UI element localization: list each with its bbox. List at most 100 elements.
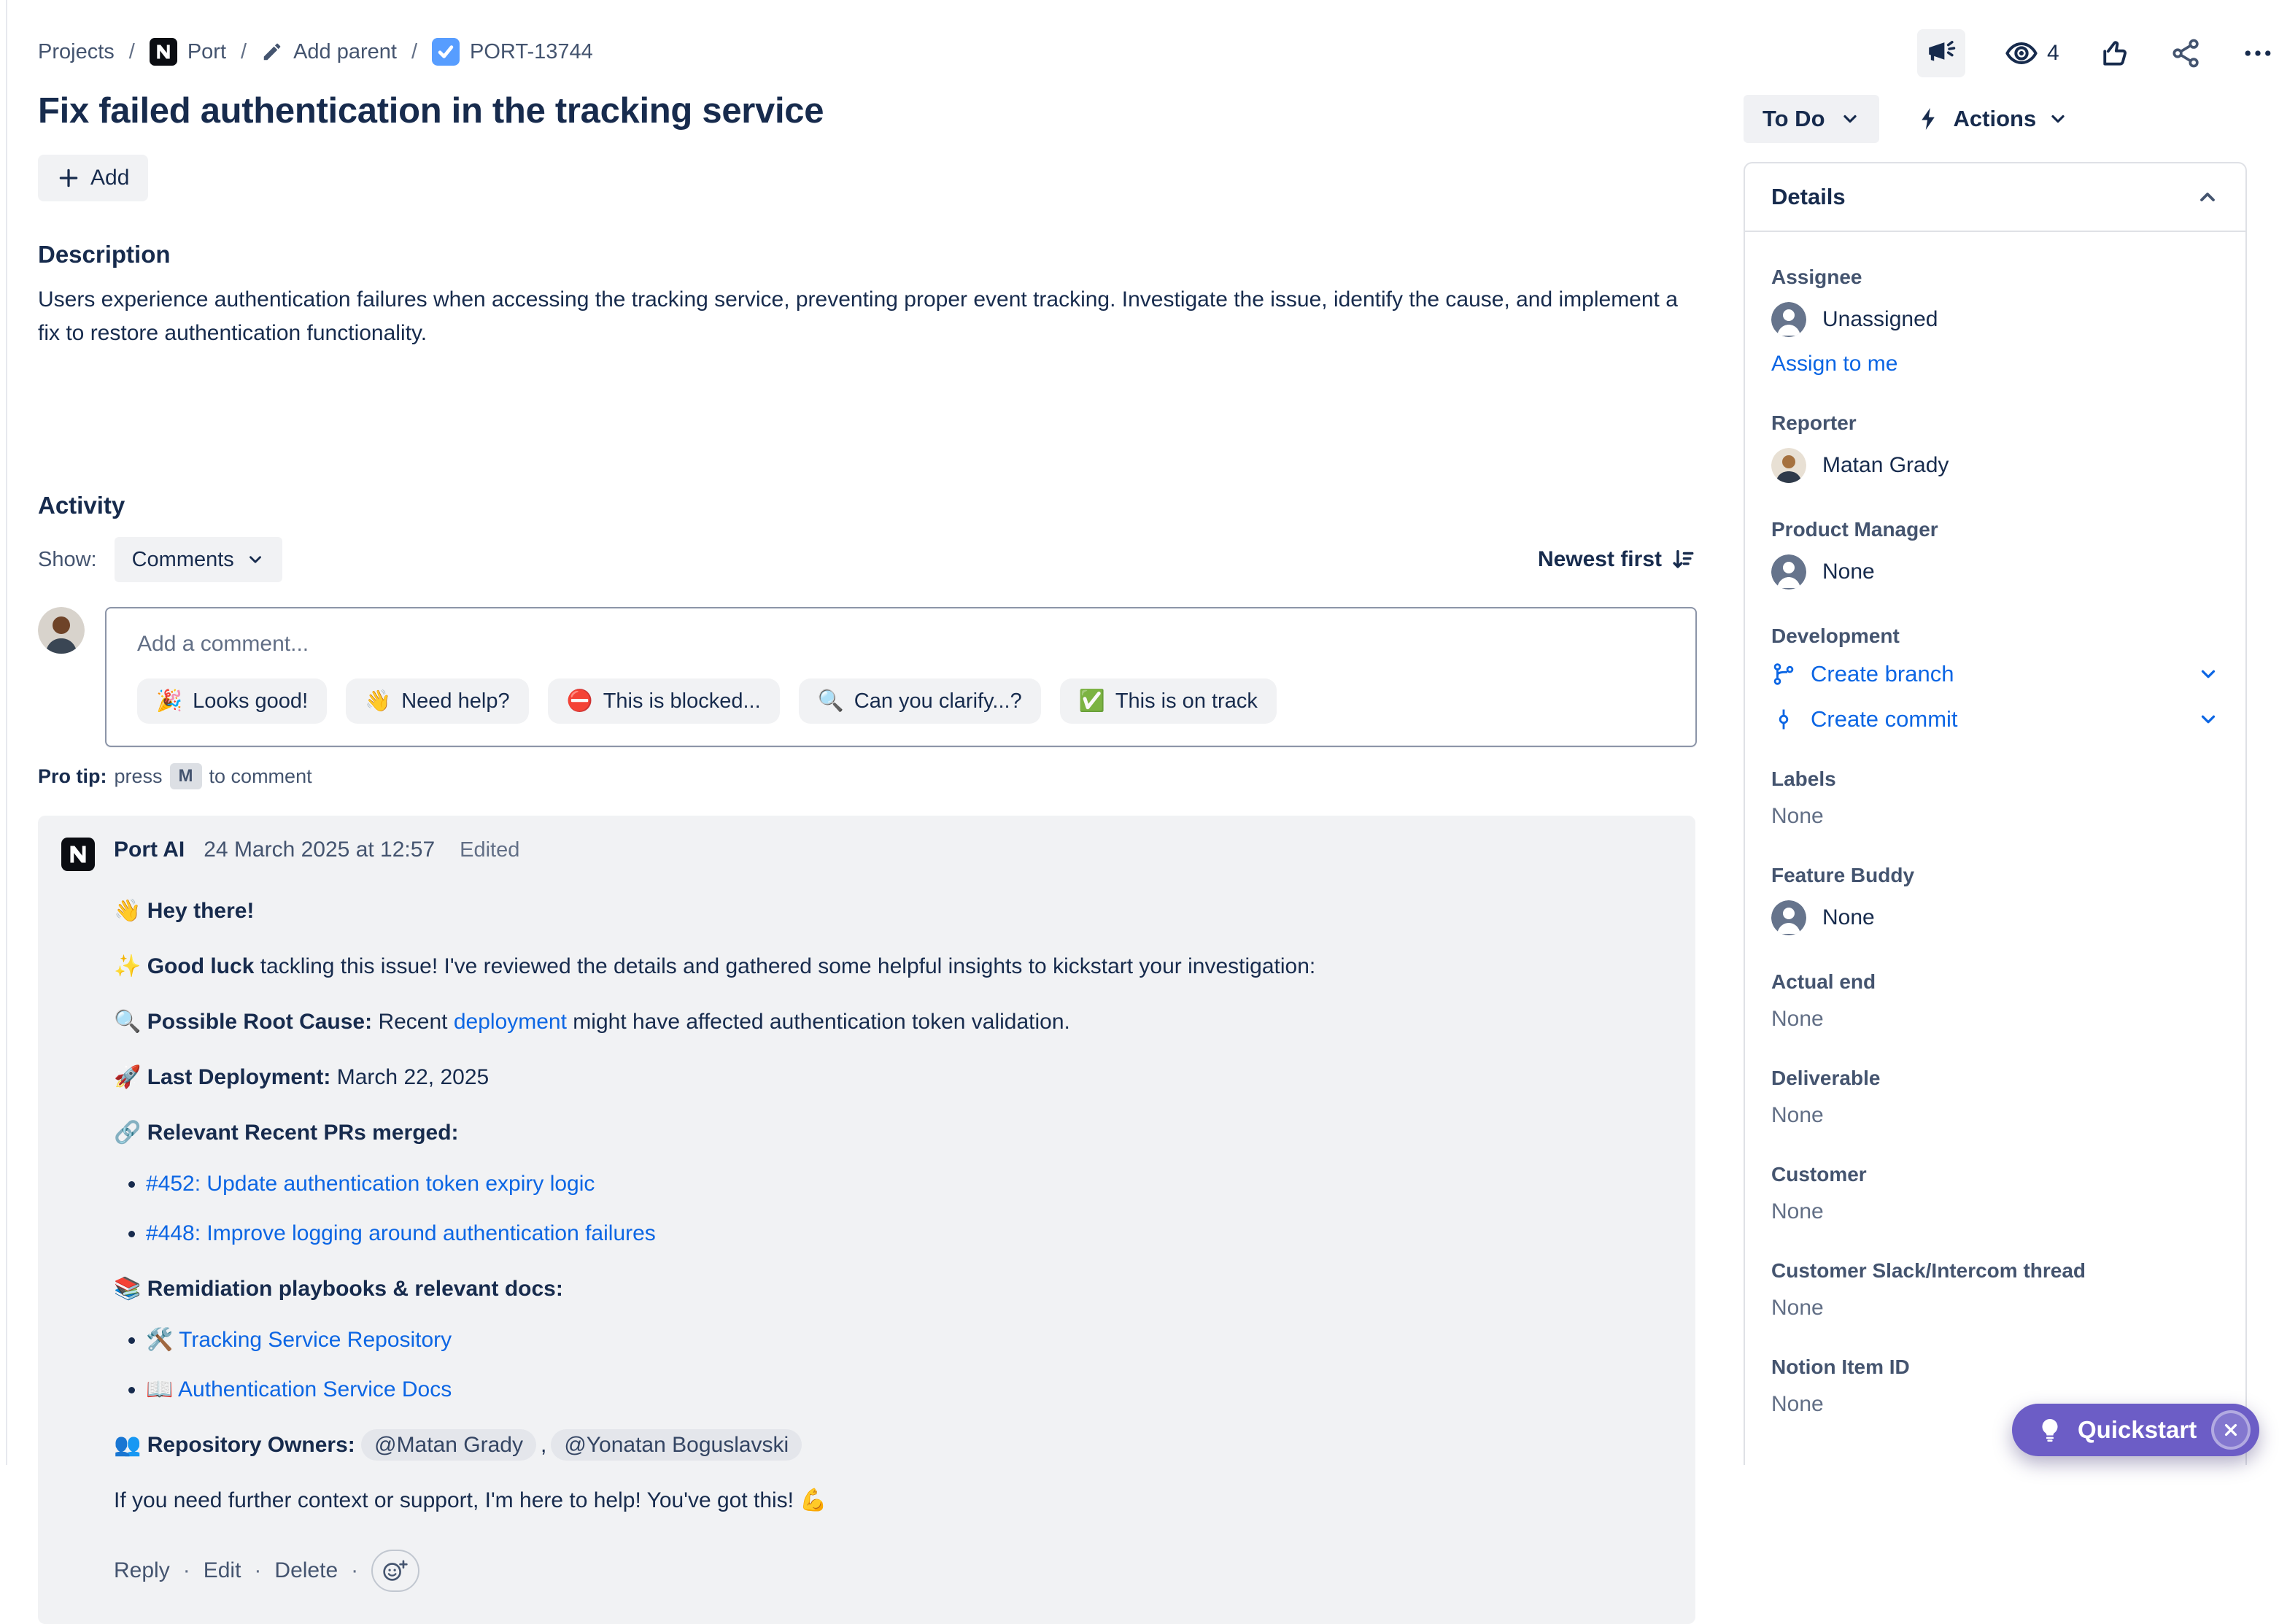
add-button[interactable]: Add: [38, 155, 148, 201]
eye-icon: [2005, 36, 2038, 70]
delete-action[interactable]: Delete: [274, 1558, 338, 1583]
activity-filter-row: Show: Comments Newest first: [38, 537, 1695, 582]
notion-item-label: Notion Item ID: [1771, 1356, 2219, 1379]
quickstart-button[interactable]: Quickstart: [2012, 1404, 2259, 1456]
feature-buddy-label: Feature Buddy: [1771, 864, 2219, 887]
chevron-down-icon[interactable]: [2197, 663, 2219, 685]
create-commit-link[interactable]: Create commit: [1771, 706, 2219, 732]
chevron-down-icon: [246, 550, 265, 569]
slack-thread-label: Customer Slack/Intercom thread: [1771, 1259, 2219, 1283]
details-header[interactable]: Details: [1745, 163, 2245, 232]
prs-heading-text: Relevant Recent PRs merged:: [147, 1121, 459, 1145]
owners-bold: Repository Owners:: [147, 1433, 355, 1457]
comment-last-deployment: 🚀 Last Deployment: March 22, 2025: [114, 1062, 1672, 1093]
comment-timestamp[interactable]: 24 March 2025 at 12:57: [204, 838, 435, 862]
assignee-value[interactable]: Unassigned: [1771, 302, 2219, 337]
comment-body: 👋 Hey there! ✨ Good luck tackling this i…: [114, 896, 1672, 1516]
share-button[interactable]: [2170, 37, 2202, 69]
activity-heading: Activity: [38, 492, 1698, 519]
deployment-link[interactable]: deployment: [454, 1010, 567, 1034]
comment-root-cause: 🔍 Possible Root Cause: Recent deployment…: [114, 1007, 1672, 1037]
docs-heading-text: Remidiation playbooks & relevant docs:: [147, 1277, 563, 1301]
breadcrumb: Projects / Port / Add parent / PORT-1374…: [38, 0, 1698, 66]
like-button[interactable]: [2099, 37, 2131, 69]
customer-value[interactable]: None: [1771, 1199, 2219, 1224]
feedback-button[interactable]: [1917, 29, 1965, 77]
people-emoji: 👥: [114, 1433, 141, 1457]
reporter-value[interactable]: Matan Grady: [1771, 448, 2219, 483]
protip: Pro tip: press M to comment: [38, 763, 1698, 789]
breadcrumb-issue-key[interactable]: PORT-13744: [432, 38, 593, 66]
deliverable-value[interactable]: None: [1771, 1103, 2219, 1128]
breadcrumb-add-parent[interactable]: Add parent: [261, 40, 397, 64]
sparkles-emoji: ✨: [114, 954, 141, 978]
add-reaction-button[interactable]: [371, 1550, 419, 1592]
auth-docs-link[interactable]: Authentication Service Docs: [178, 1377, 452, 1401]
pr-448-link[interactable]: #448: Improve logging around authenticat…: [146, 1221, 656, 1245]
description-text[interactable]: Users experience authentication failures…: [38, 283, 1695, 350]
chip-label: Need help?: [401, 689, 509, 714]
chip-clarify[interactable]: 🔍Can you clarify...?: [799, 678, 1041, 724]
actual-end-value[interactable]: None: [1771, 1007, 2219, 1032]
emoji-add-icon: [382, 1558, 409, 1583]
field-development: Development Create branch Create commit: [1771, 625, 2219, 732]
chip-need-help[interactable]: 👋Need help?: [346, 678, 528, 724]
books-emoji: 📚: [114, 1277, 141, 1301]
status-dropdown[interactable]: To Do: [1744, 95, 1879, 143]
ellipsis-icon: [2242, 37, 2274, 69]
field-product-manager: Product Manager None: [1771, 518, 2219, 589]
reporter-avatar: [1771, 448, 1806, 483]
edit-action[interactable]: Edit: [204, 1558, 241, 1583]
labels-value[interactable]: None: [1771, 804, 2219, 829]
mention-matan-grady[interactable]: @Matan Grady: [361, 1429, 536, 1461]
slack-thread-value[interactable]: None: [1771, 1296, 2219, 1321]
comment-edited-badge: Edited: [460, 838, 519, 862]
reply-action[interactable]: Reply: [114, 1558, 170, 1583]
actions-dropdown[interactable]: Actions: [1916, 106, 2069, 132]
create-branch-label: Create branch: [1811, 661, 1954, 687]
field-deliverable: Deliverable None: [1771, 1067, 2219, 1128]
comment-placeholder: Add a comment...: [137, 632, 1665, 657]
mention-yonatan-boguslavski[interactable]: @Yonatan Boguslavski: [551, 1429, 802, 1461]
customer-label: Customer: [1771, 1163, 2219, 1186]
megaphone-icon: [1926, 38, 1957, 69]
create-branch-link[interactable]: Create branch: [1771, 661, 2219, 687]
actual-end-label: Actual end: [1771, 970, 2219, 994]
feature-buddy-value[interactable]: None: [1771, 900, 2219, 935]
assign-to-me-link[interactable]: Assign to me: [1771, 352, 1897, 376]
protip-lead: Pro tip:: [38, 765, 107, 788]
breadcrumb-port[interactable]: Port: [150, 38, 226, 66]
chip-blocked[interactable]: ⛔This is blocked...: [548, 678, 780, 724]
panel-divider[interactable]: [6, 0, 7, 1465]
create-commit-label: Create commit: [1811, 706, 1958, 732]
breadcrumb-issue-key-label: PORT-13744: [470, 40, 593, 64]
product-manager-value[interactable]: None: [1771, 554, 2219, 589]
protip-post: to comment: [209, 765, 312, 788]
none-avatar-icon: [1771, 554, 1806, 589]
comments-filter-dropdown[interactable]: Comments: [115, 537, 282, 582]
chevron-up-icon: [2196, 185, 2219, 209]
more-options-button[interactable]: [2242, 37, 2274, 69]
git-commit-icon: [1771, 707, 1796, 732]
chevron-down-icon: [1840, 109, 1860, 129]
comment-greeting: 👋 Hey there!: [114, 896, 1672, 927]
chip-on-track[interactable]: ✅This is on track: [1060, 678, 1277, 724]
chip-label: This is blocked...: [603, 689, 761, 714]
pr-452-link[interactable]: #452: Update authentication token expiry…: [146, 1172, 595, 1196]
quickstart-close-button[interactable]: [2211, 1410, 2251, 1450]
chip-looks-good[interactable]: 🎉Looks good!: [137, 678, 327, 724]
page-title[interactable]: Fix failed authentication in the trackin…: [38, 90, 1698, 131]
tracking-repo-link[interactable]: Tracking Service Repository: [179, 1328, 452, 1352]
breadcrumb-projects[interactable]: Projects: [38, 40, 115, 64]
watchers-count: 4: [2047, 41, 2059, 66]
chip-label: Can you clarify...?: [854, 689, 1022, 714]
reporter-name: Matan Grady: [1822, 453, 1949, 478]
watch-button[interactable]: 4: [2005, 36, 2059, 70]
comment-input[interactable]: Add a comment... 🎉Looks good! 👋Need help…: [105, 607, 1697, 747]
sort-order-toggle[interactable]: Newest first: [1538, 547, 1695, 572]
issue-toolbar: 4: [1917, 29, 2274, 77]
breadcrumb-separator: /: [411, 40, 417, 64]
protip-pre: press: [115, 765, 163, 788]
chevron-down-icon[interactable]: [2197, 708, 2219, 730]
link-emoji: 🔗: [114, 1121, 141, 1145]
